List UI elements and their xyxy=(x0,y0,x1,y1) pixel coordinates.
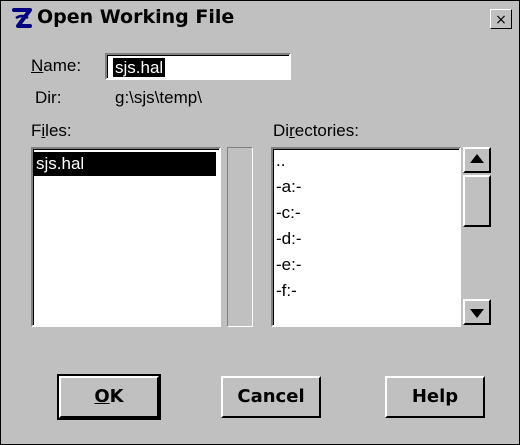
files-listbox[interactable]: sjs.hal xyxy=(31,147,221,327)
dir-item-f[interactable]: -f:- xyxy=(276,280,297,302)
name-input-value: sjs.hal xyxy=(113,58,166,77)
scroll-down-button[interactable] xyxy=(463,299,491,325)
dir-item-c[interactable]: -c:- xyxy=(276,202,301,224)
directories-label: Directories: xyxy=(273,121,359,141)
directories-label-prefix: Di xyxy=(273,121,290,140)
open-working-file-dialog: Open Working File × Name: sjs.hal Dir: g… xyxy=(0,0,520,445)
scroll-thumb[interactable] xyxy=(463,175,491,227)
ok-mnemonic: O xyxy=(94,386,110,407)
app-logo-icon xyxy=(12,8,32,28)
file-item-selected[interactable]: sjs.hal xyxy=(34,152,216,176)
dir-item-e[interactable]: -e:- xyxy=(276,254,302,276)
name-label-mnemonic: N xyxy=(31,56,44,75)
title-bar[interactable]: Open Working File × xyxy=(3,3,517,34)
directories-scrollbar[interactable] xyxy=(463,147,491,327)
files-label-rest: les: xyxy=(45,121,72,140)
name-input[interactable]: sjs.hal xyxy=(105,53,291,80)
help-button[interactable]: Help xyxy=(385,376,485,418)
dir-path: g:\sjs\temp\ xyxy=(115,88,202,107)
arrow-down-icon xyxy=(470,309,484,318)
close-button[interactable]: × xyxy=(490,9,512,29)
name-label-rest: ame: xyxy=(43,56,82,75)
directories-label-rest: ectories: xyxy=(294,121,359,140)
cancel-button[interactable]: Cancel xyxy=(221,376,321,418)
scroll-up-button[interactable] xyxy=(463,147,491,173)
name-label: Name: xyxy=(31,56,81,76)
dir-item-a[interactable]: -a:- xyxy=(276,176,302,198)
ok-rest: K xyxy=(109,386,124,407)
directories-listbox[interactable]: .. -a:- -c:- -d:- -e:- -f:- xyxy=(271,147,461,327)
dir-label: Dir: xyxy=(35,88,62,107)
directories-listbox-inner: .. -a:- -c:- -d:- -e:- -f:- xyxy=(273,149,459,325)
window-title: Open Working File xyxy=(37,6,235,28)
files-listbox-inner: sjs.hal xyxy=(33,149,219,325)
files-label: Files: xyxy=(31,121,72,141)
files-label-prefix: F xyxy=(31,121,42,140)
arrow-up-icon xyxy=(470,154,484,163)
files-scroll-strip xyxy=(227,147,253,327)
ok-button[interactable]: OK xyxy=(57,374,161,420)
scroll-track[interactable] xyxy=(463,227,491,299)
dir-item-d[interactable]: -d:- xyxy=(276,228,302,250)
dir-item-parent[interactable]: .. xyxy=(276,150,285,172)
